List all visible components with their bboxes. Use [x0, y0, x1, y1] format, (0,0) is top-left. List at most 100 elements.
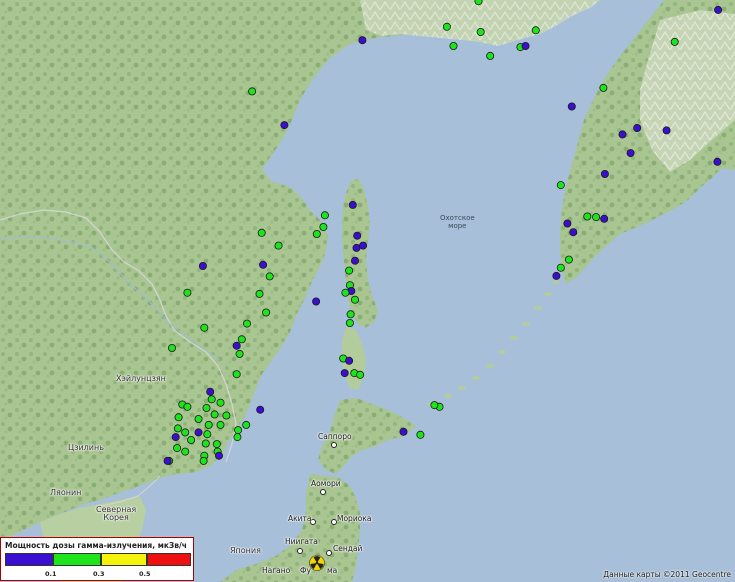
- station-marker-low[interactable]: [552, 271, 561, 280]
- station-marker-mid[interactable]: [167, 343, 176, 352]
- station-marker-mid[interactable]: [203, 430, 212, 439]
- station-marker-mid[interactable]: [181, 428, 190, 437]
- station-marker-low[interactable]: [626, 149, 635, 158]
- station-marker-low[interactable]: [352, 243, 361, 252]
- station-marker-mid[interactable]: [174, 413, 183, 422]
- station-marker-mid[interactable]: [232, 370, 241, 379]
- station-marker-mid[interactable]: [556, 263, 565, 272]
- station-marker-low[interactable]: [171, 433, 180, 442]
- station-marker-mid[interactable]: [204, 420, 213, 429]
- station-marker-mid[interactable]: [216, 420, 225, 429]
- station-marker-low[interactable]: [521, 42, 530, 51]
- station-marker-mid[interactable]: [449, 42, 458, 51]
- station-marker-mid[interactable]: [345, 318, 354, 327]
- station-marker-mid[interactable]: [476, 27, 485, 36]
- station-marker-low[interactable]: [206, 387, 215, 396]
- station-marker-low[interactable]: [194, 428, 203, 437]
- station-marker-mid[interactable]: [181, 447, 190, 456]
- station-marker-mid[interactable]: [583, 212, 592, 221]
- station-marker-mid[interactable]: [212, 440, 221, 449]
- station-marker-mid[interactable]: [248, 87, 257, 96]
- station-marker-mid[interactable]: [202, 403, 211, 412]
- station-marker-mid[interactable]: [233, 433, 242, 442]
- station-marker-mid[interactable]: [564, 255, 573, 264]
- station-marker-low[interactable]: [280, 121, 289, 130]
- station-marker-low[interactable]: [312, 297, 321, 306]
- station-marker-mid[interactable]: [199, 456, 208, 465]
- station-marker-mid[interactable]: [350, 295, 359, 304]
- station-marker-low[interactable]: [198, 261, 207, 270]
- station-marker-mid[interactable]: [173, 424, 182, 433]
- station-marker-low[interactable]: [569, 228, 578, 237]
- city-dot-aomori: [320, 489, 326, 495]
- station-marker-mid[interactable]: [531, 26, 540, 35]
- legend-color-low: [5, 553, 53, 566]
- station-marker-mid[interactable]: [486, 51, 495, 60]
- station-marker-low[interactable]: [353, 231, 362, 240]
- station-marker-mid[interactable]: [274, 241, 283, 250]
- station-marker-mid[interactable]: [345, 266, 354, 275]
- station-marker-mid[interactable]: [210, 410, 219, 419]
- station-marker-mid[interactable]: [319, 222, 328, 231]
- station-marker-low[interactable]: [600, 214, 609, 223]
- honshu-land: [220, 474, 360, 582]
- station-marker-low[interactable]: [618, 130, 627, 139]
- station-marker-mid[interactable]: [255, 289, 264, 298]
- station-marker-mid[interactable]: [242, 420, 251, 429]
- station-marker-mid[interactable]: [201, 439, 210, 448]
- station-marker-mid[interactable]: [312, 229, 321, 238]
- station-marker-mid[interactable]: [207, 395, 216, 404]
- station-marker-low[interactable]: [563, 219, 572, 228]
- station-marker-mid[interactable]: [416, 430, 425, 439]
- station-marker-mid[interactable]: [235, 349, 244, 358]
- station-marker-low[interactable]: [567, 102, 576, 111]
- sakhalin-land: [342, 178, 378, 328]
- station-marker-mid[interactable]: [257, 228, 266, 237]
- station-marker-low[interactable]: [358, 36, 367, 45]
- station-marker-mid[interactable]: [592, 213, 601, 222]
- station-marker-mid[interactable]: [320, 211, 329, 220]
- station-marker-mid[interactable]: [442, 22, 451, 31]
- station-marker-low[interactable]: [256, 405, 265, 414]
- station-marker-mid[interactable]: [183, 288, 192, 297]
- map-canvas[interactable]: [0, 0, 735, 582]
- station-marker-mid[interactable]: [194, 414, 203, 423]
- station-marker-mid[interactable]: [187, 435, 196, 444]
- station-marker-low[interactable]: [232, 341, 241, 350]
- station-marker-low[interactable]: [350, 256, 359, 265]
- station-marker-low[interactable]: [714, 5, 723, 14]
- legend-color-mid: [53, 553, 101, 566]
- station-marker-low[interactable]: [163, 456, 172, 465]
- station-marker-low[interactable]: [600, 169, 609, 178]
- station-marker-low[interactable]: [340, 369, 349, 378]
- station-marker-low[interactable]: [345, 356, 354, 365]
- station-marker-low[interactable]: [662, 126, 671, 135]
- station-marker-mid[interactable]: [183, 402, 192, 411]
- station-marker-mid[interactable]: [265, 272, 274, 281]
- station-marker-mid[interactable]: [356, 370, 365, 379]
- radiation-hazard-icon[interactable]: [309, 555, 325, 571]
- station-marker-mid[interactable]: [474, 0, 483, 6]
- station-marker-mid[interactable]: [262, 308, 271, 317]
- station-marker-mid[interactable]: [216, 398, 225, 407]
- station-marker-mid[interactable]: [200, 323, 209, 332]
- station-marker-mid[interactable]: [234, 426, 243, 435]
- station-marker-mid[interactable]: [341, 288, 350, 297]
- station-marker-low[interactable]: [259, 260, 268, 269]
- station-marker-low[interactable]: [348, 200, 357, 209]
- station-marker-mid[interactable]: [242, 319, 251, 328]
- station-marker-mid[interactable]: [670, 37, 679, 46]
- station-marker-low[interactable]: [713, 157, 722, 166]
- dose-legend: Мощность дозы гамма-излучения, мкЗв/ч 0.…: [0, 537, 194, 581]
- station-marker-mid[interactable]: [556, 181, 565, 190]
- station-marker-low[interactable]: [399, 427, 408, 436]
- station-marker-mid[interactable]: [346, 310, 355, 319]
- station-marker-low[interactable]: [214, 451, 223, 460]
- station-marker-mid[interactable]: [430, 401, 439, 410]
- station-marker-mid[interactable]: [222, 411, 231, 420]
- station-marker-mid[interactable]: [173, 444, 182, 453]
- station-marker-mid[interactable]: [237, 335, 246, 344]
- station-marker-low[interactable]: [633, 124, 642, 133]
- station-marker-low[interactable]: [359, 241, 368, 250]
- station-marker-mid[interactable]: [599, 83, 608, 92]
